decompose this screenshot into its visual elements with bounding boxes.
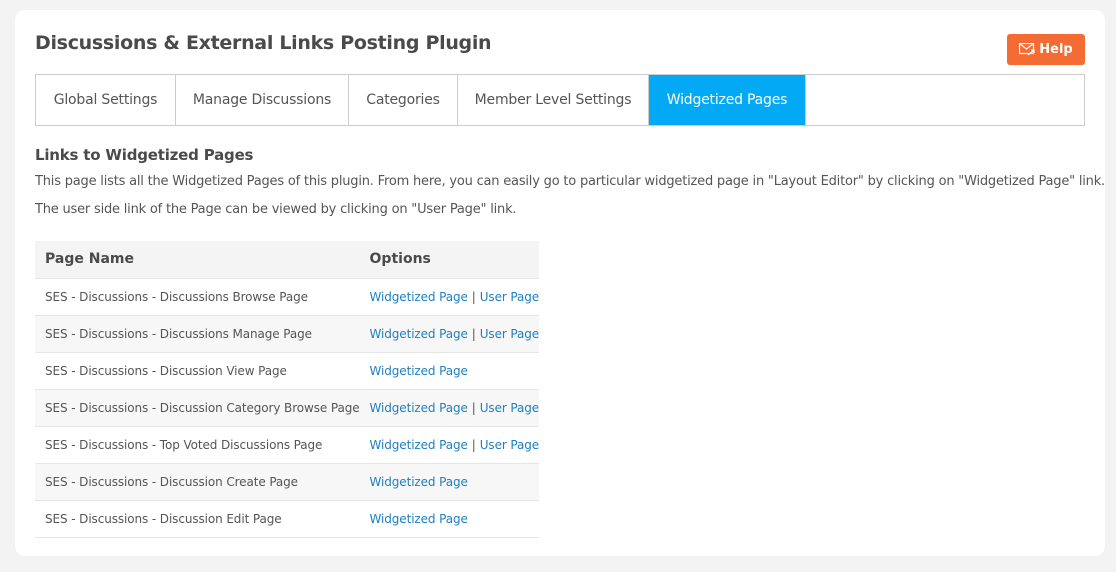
- link-separator: |: [471, 289, 476, 304]
- options-cell: Widgetized Page: [359, 462, 540, 500]
- widgetized-page-link[interactable]: Widgetized Page: [370, 512, 468, 526]
- user-page-link[interactable]: User Page: [480, 327, 539, 341]
- section-title: Links to Widgetized Pages: [35, 146, 254, 164]
- options-cell: Widgetized Page | User Page: [359, 388, 539, 426]
- plugin-card: Discussions & External Links Posting Plu…: [15, 10, 1105, 556]
- help-label: Help: [1039, 42, 1073, 57]
- page-name-cell: SES - Discussions - Discussion Create Pa…: [35, 462, 360, 500]
- options-cell: Widgetized Page | User Page: [359, 277, 539, 315]
- link-separator: |: [471, 400, 476, 415]
- page-name-cell: SES - Discussions - Discussion Edit Page: [35, 499, 360, 538]
- mail-send-icon: [1019, 43, 1035, 56]
- section-description-secondary: The user side link of the Page can be vi…: [35, 202, 517, 217]
- tab-widgetized-pages[interactable]: Widgetized Pages: [649, 75, 806, 125]
- table-row: SES - Discussions - Discussions Browse P…: [35, 277, 539, 315]
- widgetized-page-link[interactable]: Widgetized Page: [370, 475, 468, 489]
- tab-manage-discussions[interactable]: Manage Discussions: [176, 75, 349, 125]
- table-row: SES - Discussions - Discussion Category …: [35, 388, 539, 426]
- widgetized-page-link[interactable]: Widgetized Page: [370, 401, 468, 415]
- page-name-cell: SES - Discussions - Discussions Browse P…: [35, 277, 360, 315]
- widgetized-pages-table: Page Name Options SES - Discussions - Di…: [35, 241, 539, 538]
- tab-member-level-settings[interactable]: Member Level Settings: [458, 75, 649, 125]
- tab-categories[interactable]: Categories: [349, 75, 458, 125]
- page-name-cell: SES - Discussions - Discussions Manage P…: [35, 314, 360, 352]
- widgetized-page-link[interactable]: Widgetized Page: [370, 364, 468, 378]
- help-button[interactable]: Help: [1007, 34, 1085, 65]
- widgetized-page-link[interactable]: Widgetized Page: [370, 290, 468, 304]
- widgetized-page-link[interactable]: Widgetized Page: [370, 438, 468, 452]
- column-header-options: Options: [359, 241, 540, 278]
- options-cell: Widgetized Page | User Page: [359, 314, 539, 352]
- page-name-cell: SES - Discussions - Top Voted Discussion…: [35, 425, 360, 463]
- options-cell: Widgetized Page: [359, 499, 540, 538]
- table-header-row: Page Name Options: [35, 241, 540, 278]
- section-description: This page lists all the Widgetized Pages…: [35, 174, 1105, 189]
- page-title: Discussions & External Links Posting Plu…: [35, 32, 492, 54]
- user-page-link[interactable]: User Page: [480, 401, 539, 415]
- table-row: SES - Discussions - Discussion View Page…: [35, 351, 540, 389]
- tab-global-settings[interactable]: Global Settings: [36, 75, 176, 125]
- options-cell: Widgetized Page: [359, 351, 540, 389]
- link-separator: |: [471, 437, 476, 452]
- table-row: SES - Discussions - Discussion Create Pa…: [35, 462, 540, 500]
- tab-bar: Global Settings Manage Discussions Categ…: [35, 74, 1085, 126]
- link-separator: |: [471, 326, 476, 341]
- column-header-page-name: Page Name: [35, 241, 360, 278]
- user-page-link[interactable]: User Page: [480, 290, 539, 304]
- table-row: SES - Discussions - Discussions Manage P…: [35, 314, 539, 352]
- user-page-link[interactable]: User Page: [480, 438, 539, 452]
- options-cell: Widgetized Page | User Page: [359, 425, 539, 463]
- page-name-cell: SES - Discussions - Discussion Category …: [35, 388, 360, 426]
- page-name-cell: SES - Discussions - Discussion View Page: [35, 351, 360, 389]
- table-row: SES - Discussions - Discussion Edit Page…: [35, 499, 540, 538]
- widgetized-page-link[interactable]: Widgetized Page: [370, 327, 468, 341]
- table-row: SES - Discussions - Top Voted Discussion…: [35, 425, 539, 463]
